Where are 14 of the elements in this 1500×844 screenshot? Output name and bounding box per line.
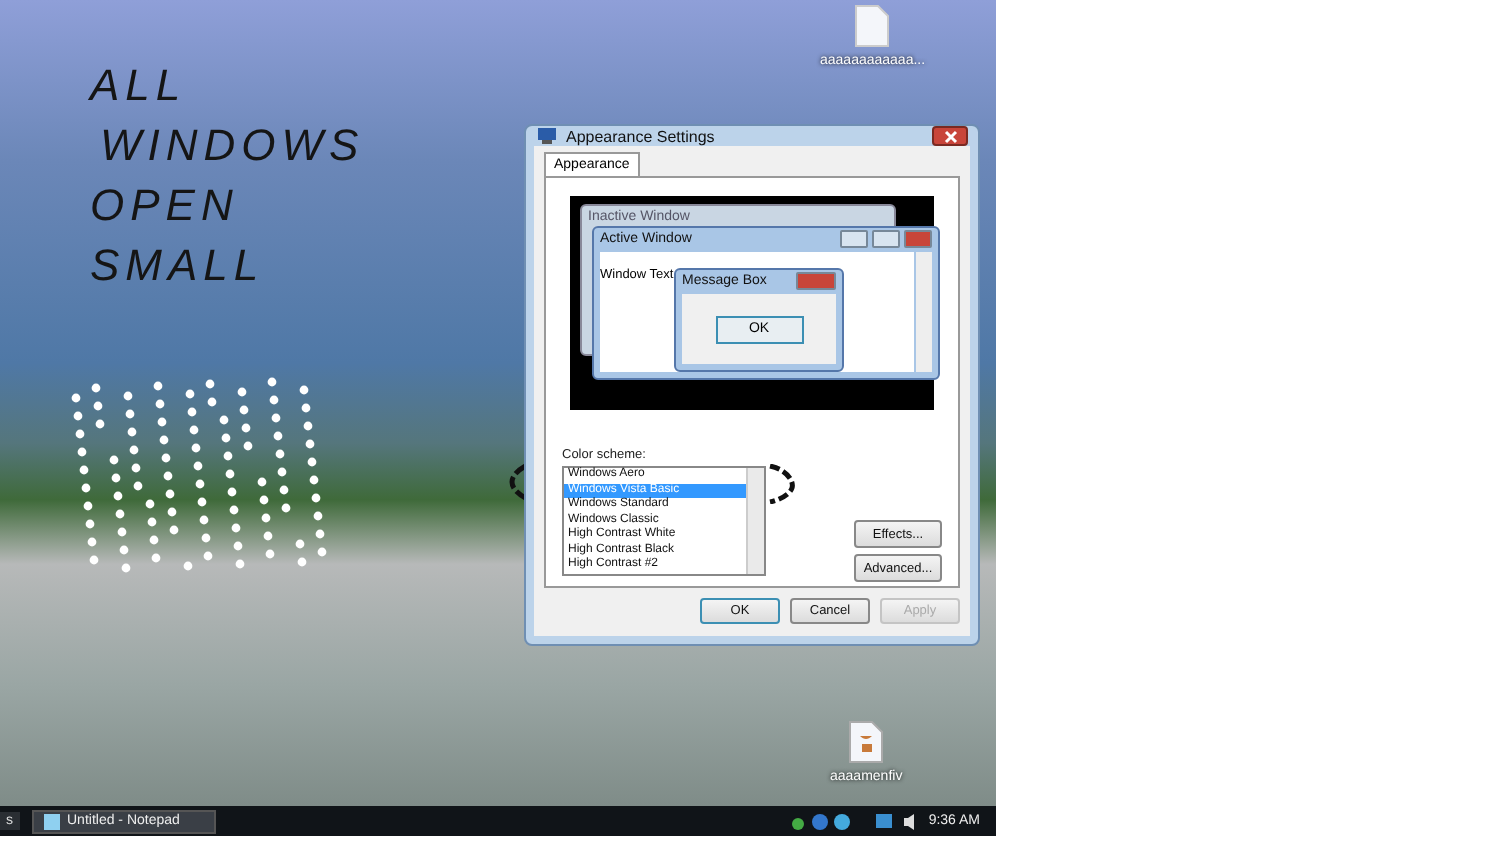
file-icon bbox=[854, 4, 891, 48]
handwritten-note: SMALL bbox=[90, 240, 267, 292]
close-icon bbox=[943, 129, 957, 143]
display-icon bbox=[536, 126, 558, 146]
hand-drawn-arc bbox=[768, 464, 796, 504]
handwritten-note: ALL bbox=[90, 60, 189, 112]
window-title: Appearance Settings bbox=[566, 127, 717, 145]
handwritten-note: OPEN bbox=[90, 180, 241, 232]
scrollbar[interactable] bbox=[746, 468, 764, 574]
notepad-icon bbox=[41, 811, 61, 831]
java-file-icon bbox=[848, 720, 885, 764]
handwritten-note: WINDOWS bbox=[100, 120, 365, 172]
scrollbar bbox=[916, 252, 932, 372]
network-icon[interactable] bbox=[874, 811, 895, 831]
